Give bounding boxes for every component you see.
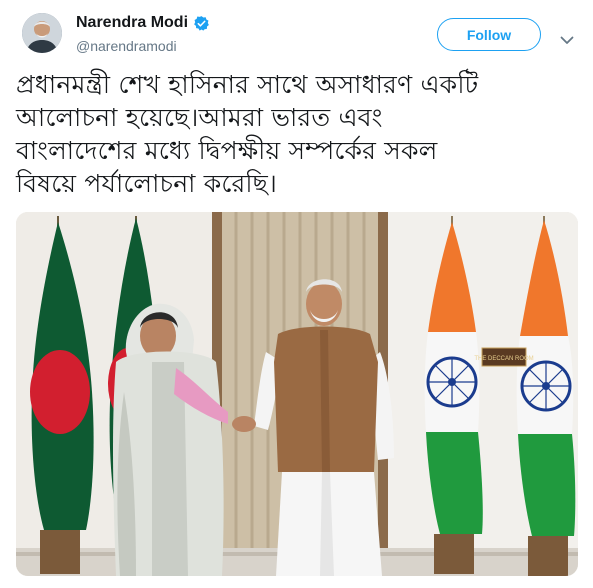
display-name[interactable]: Narendra Modi: [76, 14, 188, 32]
verified-badge-icon: [193, 15, 210, 32]
chevron-down-icon[interactable]: [560, 30, 574, 44]
tweet-text-line: বিষয়ে পর্যালোচনা করেছি।: [16, 169, 278, 198]
photo-sign-text: THE DECCAN ROOM: [474, 356, 533, 362]
follow-button[interactable]: Follow: [437, 18, 541, 51]
display-name-row[interactable]: Narendra Modi: [76, 14, 210, 32]
tweet-text-line: বাংলাদেশের মধ্যে দ্বিপক্ষীয় সম্পর্কের স…: [16, 136, 438, 165]
user-handle[interactable]: @narendramodi: [76, 38, 177, 54]
tweet-photo[interactable]: THE DECCAN ROOM: [16, 212, 578, 576]
avatar[interactable]: [22, 13, 62, 53]
tweet-card: Narendra Modi @narendramodi Follow প্রধা…: [0, 0, 593, 588]
tweet-text-line: প্রধানমন্ত্রী শেখ হাসিনার সাথে অসাধারণ এ…: [16, 70, 479, 99]
tweet-text: প্রধানমন্ত্রী শেখ হাসিনার সাথে অসাধারণ এ…: [16, 68, 581, 200]
tweet-text-line: আলোচনা হয়েছে।আমরা ভারত এবং: [16, 103, 383, 132]
